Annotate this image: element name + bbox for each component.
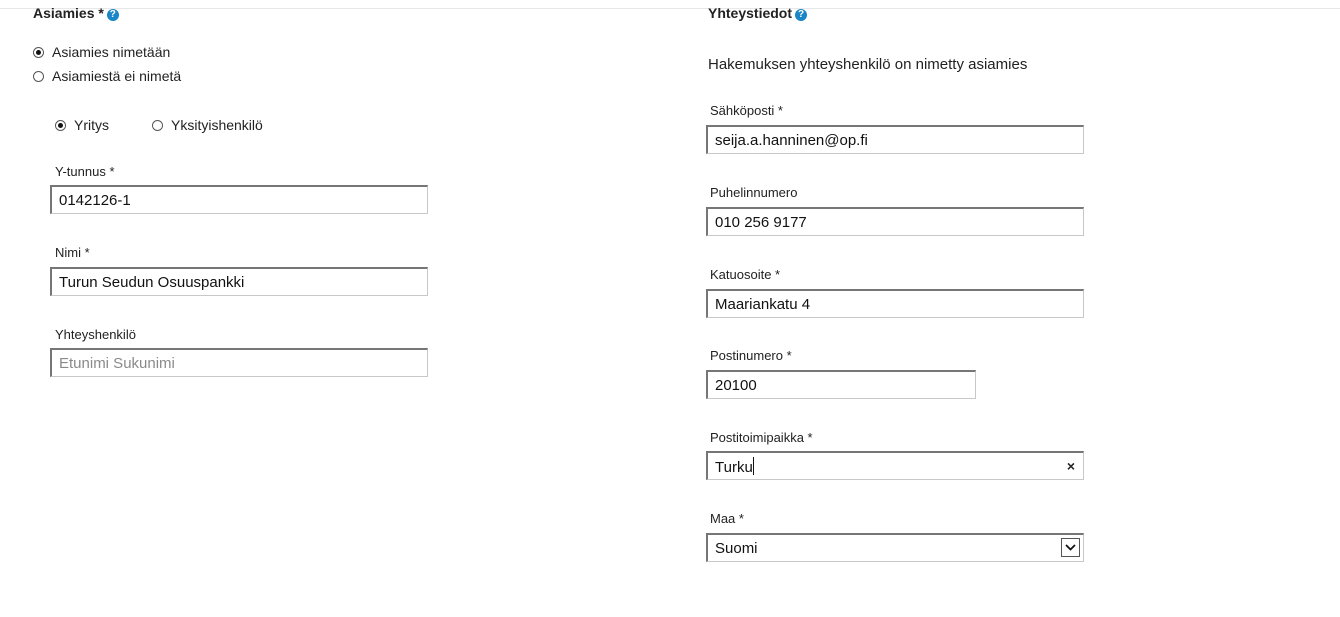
section-title-yhteystiedot: Yhteystiedot? <box>708 5 808 21</box>
street-label: Katuosoite * <box>710 267 781 282</box>
phone-value: 010 256 9177 <box>715 214 807 231</box>
street-value: Maariankatu 4 <box>715 296 811 313</box>
radio-label: Yksityishenkilö <box>171 117 263 133</box>
radio-asiamies-nimetaan[interactable]: Asiamies nimetään <box>33 44 170 60</box>
section-title-yhteystiedot-text: Yhteystiedot <box>708 5 793 21</box>
radio-unchecked-icon[interactable] <box>152 119 163 131</box>
nimi-label: Nimi * <box>55 245 90 260</box>
radio-label: Asiamies nimetään <box>52 44 171 60</box>
email-label: Sähköposti * <box>710 103 783 118</box>
radio-yksityishenkilo[interactable]: Yksityishenkilö <box>152 117 263 133</box>
radio-yritys[interactable]: Yritys <box>55 117 109 133</box>
section-title-asiamies-text: Asiamies * <box>33 5 104 21</box>
email-value: seija.a.hanninen@op.fi <box>715 132 868 149</box>
yhteyshenkilo-placeholder: Etunimi Sukunimi <box>59 355 175 372</box>
phone-label: Puhelinnumero <box>710 185 798 200</box>
yhteyshenkilo-label: Yhteyshenkilö <box>55 327 136 342</box>
radio-label: Yritys <box>74 117 109 133</box>
ytunnus-value: 0142126-1 <box>59 192 131 209</box>
postcode-label: Postinumero * <box>710 348 792 363</box>
ytunnus-label: Y-tunnus * <box>55 164 115 179</box>
phone-input[interactable]: 010 256 9177 <box>706 207 1084 236</box>
postcode-value: 20100 <box>715 377 757 394</box>
help-icon[interactable]: ? <box>106 9 119 21</box>
country-select[interactable]: Suomi <box>706 533 1084 562</box>
city-input[interactable]: Turku × <box>706 451 1084 480</box>
help-icon[interactable]: ? <box>795 9 808 21</box>
email-input[interactable]: seija.a.hanninen@op.fi <box>706 125 1084 154</box>
street-input[interactable]: Maariankatu 4 <box>706 289 1084 318</box>
postcode-input[interactable]: 20100 <box>706 370 976 399</box>
city-label: Postitoimipaikka * <box>710 430 813 445</box>
clear-icon[interactable]: × <box>1067 457 1075 476</box>
country-value: Suomi <box>715 540 758 557</box>
nimi-input[interactable]: Turun Seudun Osuuspankki <box>50 267 428 296</box>
radio-checked-icon[interactable] <box>33 46 44 58</box>
yhteyshenkilo-input[interactable]: Etunimi Sukunimi <box>50 348 428 377</box>
country-label: Maa * <box>710 511 744 526</box>
contact-info-text: Hakemuksen yhteyshenkilö on nimetty asia… <box>708 56 1028 73</box>
nimi-value: Turun Seudun Osuuspankki <box>59 274 245 291</box>
radio-asiamiesta-ei-nimeta[interactable]: Asiamiestä ei nimetä <box>33 68 181 84</box>
section-title-asiamies: Asiamies *? <box>33 5 119 21</box>
chevron-down-icon[interactable] <box>1061 538 1080 557</box>
text-caret <box>752 457 754 475</box>
ytunnus-input[interactable]: 0142126-1 <box>50 185 428 214</box>
radio-unchecked-icon[interactable] <box>33 70 44 82</box>
top-divider <box>0 8 1340 9</box>
radio-checked-icon[interactable] <box>55 119 66 131</box>
city-value: Turku <box>715 459 753 476</box>
radio-label: Asiamiestä ei nimetä <box>52 68 182 84</box>
